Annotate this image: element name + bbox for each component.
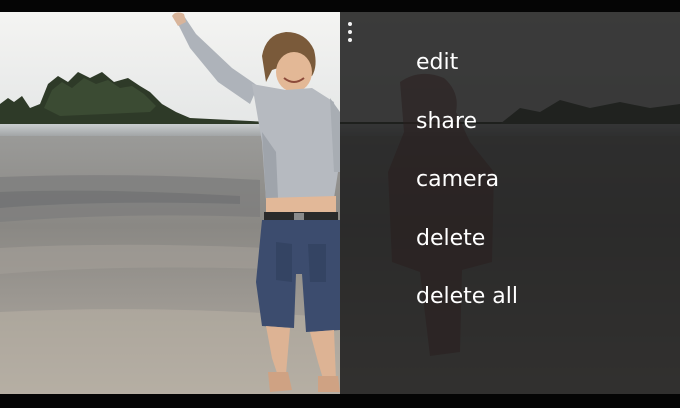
- photo-viewer-screen: edit share camera delete delete all: [0, 0, 680, 408]
- menu-item-edit[interactable]: edit: [416, 44, 518, 103]
- ellipsis-vertical-icon[interactable]: [344, 20, 356, 44]
- menu-item-delete-all[interactable]: delete all: [416, 278, 518, 337]
- menu-item-camera[interactable]: camera: [416, 161, 518, 220]
- bottom-letterbox: [0, 394, 680, 408]
- ellipsis-dot: [348, 30, 352, 34]
- menu-item-delete[interactable]: delete: [416, 220, 518, 279]
- app-bar-menu: edit share camera delete delete all: [416, 44, 518, 337]
- top-letterbox: [0, 0, 680, 12]
- ellipsis-dot: [348, 22, 352, 26]
- ellipsis-dot: [348, 38, 352, 42]
- menu-item-share[interactable]: share: [416, 103, 518, 162]
